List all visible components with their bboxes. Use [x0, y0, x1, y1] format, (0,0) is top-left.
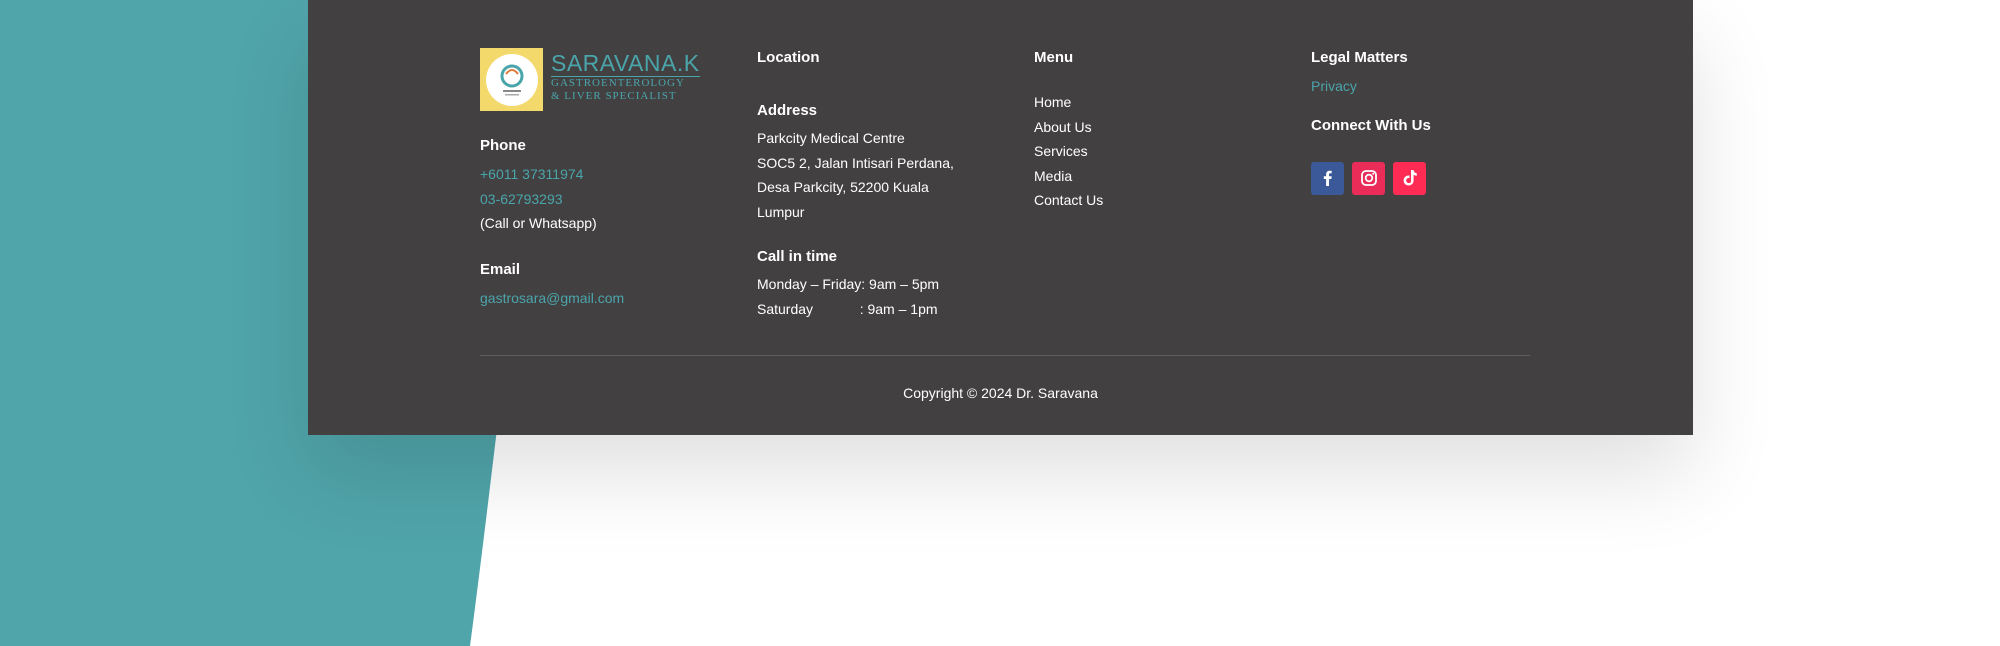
brand-logo[interactable]: SARAVANA.K GASTROENTEROLOGY & LIVER SPEC… — [480, 48, 730, 111]
tiktok-button[interactable] — [1393, 161, 1426, 195]
facebook-icon — [1323, 170, 1332, 187]
privacy-link[interactable]: Privacy — [1311, 74, 1561, 99]
address-line: Desa Parkcity, 52200 Kuala — [757, 179, 929, 196]
connect-heading: Connect With Us — [1311, 116, 1431, 134]
social-links — [1311, 161, 1561, 195]
footer-column-legal: Legal Matters Privacy Connect With Us — [1311, 48, 1561, 195]
menu-item-contact-us[interactable]: Contact Us — [1034, 188, 1284, 213]
legal-heading: Legal Matters — [1311, 49, 1408, 66]
email-link[interactable]: gastrosara@gmail.com — [480, 286, 730, 311]
phone-heading: Phone — [480, 137, 526, 154]
footer-divider — [480, 355, 1530, 356]
instagram-icon — [1360, 170, 1377, 186]
logo-text: SARAVANA.K GASTROENTEROLOGY & LIVER SPEC… — [551, 48, 700, 103]
hours-line: Monday – Friday: 9am – 5pm — [757, 276, 940, 293]
menu-item-home[interactable]: Home — [1034, 90, 1284, 115]
logo-subtitle-line2: & LIVER SPECIALIST — [551, 90, 677, 102]
logo-name: SARAVANA.K — [551, 50, 700, 77]
phone-link-office[interactable]: 03-62793293 — [480, 187, 730, 212]
footer-column-contact: SARAVANA.K GASTROENTEROLOGY & LIVER SPEC… — [480, 48, 730, 310]
logo-subtitle-line1: GASTROENTEROLOGY — [551, 77, 685, 89]
footer-menu: Home About Us Services Media Contact Us — [1034, 90, 1284, 213]
footer-column-location: Location Address Parkcity Medical Centre… — [757, 48, 1007, 322]
address-line: Parkcity Medical Centre — [757, 130, 905, 146]
menu-item-media[interactable]: Media — [1034, 164, 1284, 189]
copyright-text: Copyright © 2024 Dr. Saravana — [903, 385, 1098, 401]
hours-line: Saturday : 9am – 1pm — [757, 300, 938, 317]
footer-column-menu: Menu Home About Us Services Media Contac… — [1034, 48, 1284, 213]
hours-block: Monday – Friday: 9am – 5pm Saturday : 9a… — [757, 272, 1007, 321]
menu-item-services[interactable]: Services — [1034, 139, 1284, 164]
location-heading: Location — [757, 49, 820, 66]
address-block: Parkcity Medical Centre SOC5 2, Jalan In… — [757, 126, 1007, 224]
address-line: Lumpur — [757, 203, 805, 220]
hours-heading: Call in time — [757, 248, 838, 266]
tiktok-icon — [1403, 170, 1417, 186]
menu-item-about-us[interactable]: About Us — [1034, 115, 1284, 140]
site-footer: SARAVANA.K GASTROENTEROLOGY & LIVER SPEC… — [308, 0, 1693, 435]
facebook-button[interactable] — [1311, 161, 1344, 195]
email-heading: Email — [480, 260, 521, 278]
logo-emblem-icon — [485, 53, 538, 106]
instagram-button[interactable] — [1352, 161, 1385, 195]
menu-heading: Menu — [1034, 49, 1074, 66]
logo-mark — [480, 48, 543, 111]
address-heading: Address — [757, 102, 818, 119]
phone-note: (Call or Whatsapp) — [480, 215, 597, 232]
phone-link-mobile[interactable]: +6011 37311974 — [480, 162, 730, 187]
address-line: SOC5 2, Jalan Intisari Perdana, — [757, 154, 954, 171]
